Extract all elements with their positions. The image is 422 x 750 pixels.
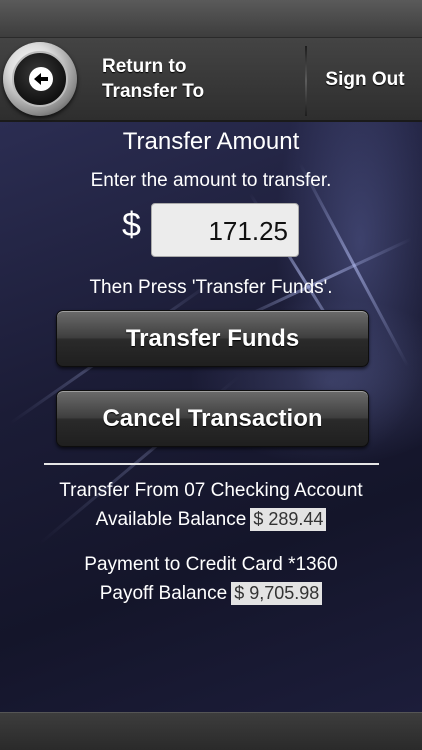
- return-to-transfer-label[interactable]: Return to Transfer To: [102, 54, 292, 104]
- app-screen: Return to Transfer To Sign Out Transfer …: [0, 0, 422, 750]
- currency-symbol: $: [122, 206, 141, 244]
- instructions-text: Enter the amount to transfer.: [90, 170, 332, 191]
- status-bar: [0, 0, 422, 38]
- header-bar: Return to Transfer To Sign Out: [0, 38, 422, 122]
- bottom-bar: [0, 712, 422, 750]
- section-divider: [44, 463, 379, 465]
- payment-to-line: Payment to Credit Card *1360: [84, 554, 338, 575]
- sign-out-button[interactable]: Sign Out: [308, 38, 422, 122]
- cancel-transaction-button[interactable]: Cancel Transaction: [56, 390, 369, 447]
- page-title: Transfer Amount: [122, 128, 300, 155]
- available-balance-row: Available Balance $ 289.44: [0, 508, 422, 531]
- back-arrow-icon: [29, 67, 53, 91]
- available-balance-label: Available Balance: [95, 508, 247, 530]
- back-button[interactable]: [3, 42, 77, 116]
- available-balance-value: $ 289.44: [250, 508, 327, 531]
- transfer-from-line: Transfer From 07 Checking Account: [59, 480, 363, 501]
- amount-input[interactable]: 171.25: [151, 203, 299, 257]
- payoff-balance-value: $ 9,705.98: [231, 582, 323, 605]
- transfer-funds-button[interactable]: Transfer Funds: [56, 310, 369, 367]
- header-divider: [305, 46, 307, 116]
- then-press-text: Then Press 'Transfer Funds'.: [89, 277, 333, 298]
- payoff-balance-row: Payoff Balance $ 9,705.98: [0, 582, 422, 605]
- main-content: Transfer Amount Enter the amount to tran…: [0, 122, 422, 712]
- payoff-balance-label: Payoff Balance: [99, 582, 228, 604]
